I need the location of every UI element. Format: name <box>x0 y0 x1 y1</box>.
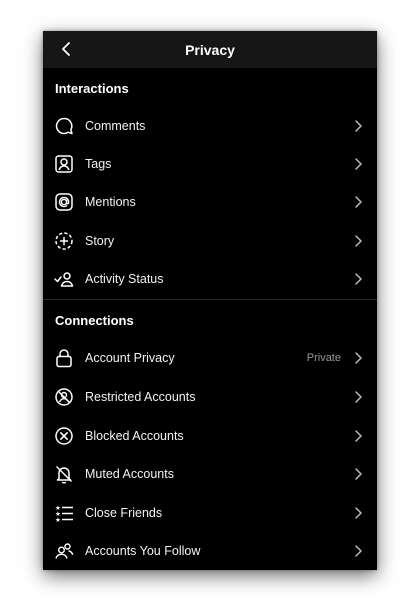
comment-icon <box>53 115 75 137</box>
back-chevron-icon <box>62 42 70 56</box>
menu-item-muted-accounts[interactable]: Muted Accounts <box>43 455 377 493</box>
menu-item-close-friends[interactable]: ★ ★ ★ Close Friends <box>43 494 377 532</box>
chevron-right-icon <box>353 429 363 443</box>
privacy-status-value: Private <box>306 352 341 364</box>
menu-item-label: Activity Status <box>85 272 164 286</box>
page-title: Privacy <box>185 41 235 58</box>
menu-item-story[interactable]: Story <box>43 222 377 260</box>
menu-item-restricted-accounts[interactable]: Restricted Accounts <box>43 378 377 416</box>
lock-icon <box>53 347 75 369</box>
menu-item-label: Restricted Accounts <box>85 390 196 404</box>
menu-item-accounts-you-follow[interactable]: Accounts You Follow <box>43 532 377 570</box>
menu-item-account-privacy[interactable]: Account Privacy Private <box>43 339 377 377</box>
menu-item-mentions[interactable]: Mentions <box>43 183 377 221</box>
chevron-right-icon <box>353 544 363 558</box>
menu-item-label: Accounts You Follow <box>85 544 201 558</box>
chevron-right-icon <box>353 157 363 171</box>
section-divider <box>43 299 377 300</box>
menu-item-label: Account Privacy <box>85 351 175 365</box>
blocked-icon <box>53 425 75 447</box>
menu-item-label: Muted Accounts <box>85 467 174 481</box>
tag-icon <box>53 153 75 175</box>
menu-item-activity-status[interactable]: Activity Status <box>43 260 377 298</box>
section-heading-connections: Connections <box>55 313 134 328</box>
chevron-right-icon <box>353 119 363 133</box>
activity-status-icon <box>53 268 75 290</box>
chevron-right-icon <box>353 351 363 365</box>
story-icon <box>53 230 75 252</box>
muted-bell-icon <box>53 463 75 485</box>
following-icon <box>53 540 75 562</box>
menu-item-comments[interactable]: Comments <box>43 107 377 145</box>
restricted-icon <box>53 386 75 408</box>
menu-item-label: Tags <box>85 157 112 171</box>
section-heading-interactions: Interactions <box>55 81 129 96</box>
privacy-screen: Privacy Interactions Comments Tags Menti… <box>43 31 377 570</box>
close-friends-list-icon: ★ ★ ★ <box>53 502 75 524</box>
header-bar: Privacy <box>43 31 377 68</box>
chevron-right-icon <box>353 234 363 248</box>
menu-item-label: Mentions <box>85 195 136 209</box>
menu-item-label: Story <box>85 234 115 248</box>
chevron-right-icon <box>353 272 363 286</box>
menu-item-blocked-accounts[interactable]: Blocked Accounts <box>43 417 377 455</box>
chevron-right-icon <box>353 195 363 209</box>
menu-item-label: Blocked Accounts <box>85 429 184 443</box>
svg-text:★: ★ <box>55 516 61 524</box>
menu-item-label: Close Friends <box>85 506 163 520</box>
menu-item-tags[interactable]: Tags <box>43 145 377 183</box>
menu-item-label: Comments <box>85 119 146 133</box>
chevron-right-icon <box>353 467 363 481</box>
chevron-right-icon <box>353 506 363 520</box>
back-button[interactable] <box>55 38 77 60</box>
at-sign-icon <box>53 191 75 213</box>
chevron-right-icon <box>353 390 363 404</box>
